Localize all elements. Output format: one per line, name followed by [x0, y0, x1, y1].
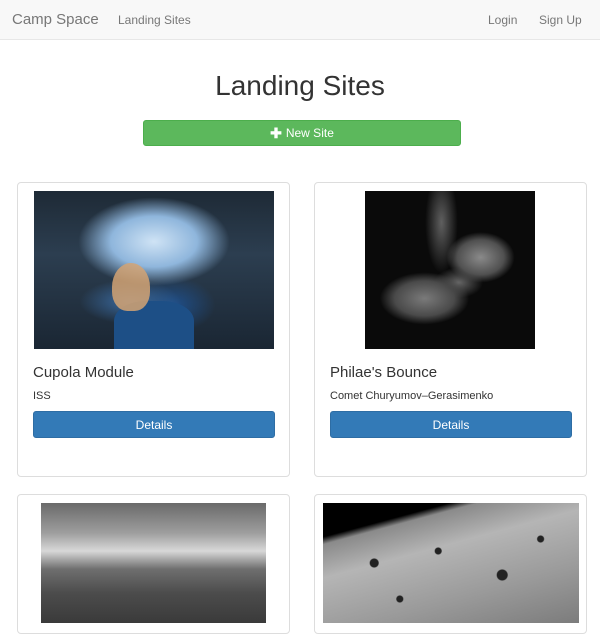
site-title: Cupola Module	[33, 364, 134, 381]
brand-link[interactable]: Camp Space	[12, 11, 99, 28]
site-thumbnail	[41, 503, 266, 623]
site-card	[314, 494, 587, 634]
site-card: Philae's Bounce Comet Churyumov–Gerasime…	[314, 182, 587, 477]
site-card	[17, 494, 290, 634]
site-thumbnail	[34, 191, 274, 349]
site-title: Philae's Bounce	[330, 364, 438, 381]
page-title: Landing Sites	[215, 70, 385, 101]
details-button[interactable]: Details	[33, 411, 275, 438]
new-site-button[interactable]: ✚ New Site	[143, 120, 461, 146]
plus-icon: ✚	[270, 125, 282, 141]
details-button[interactable]: Details	[330, 411, 572, 438]
nav-login-link[interactable]: Login	[488, 13, 517, 27]
new-site-label: New Site	[285, 126, 334, 140]
site-thumbnail	[365, 191, 535, 349]
site-card: Cupola Module ISS Details	[17, 182, 290, 477]
nav-landing-sites-link[interactable]: Landing Sites	[118, 13, 191, 27]
site-location: Comet Churyumov–Gerasimenko	[330, 390, 494, 402]
site-location: ISS	[33, 390, 51, 402]
nav-signup-link[interactable]: Sign Up	[539, 13, 582, 27]
navbar: Camp Space Landing Sites Login Sign Up	[0, 0, 600, 40]
site-thumbnail	[323, 503, 579, 623]
